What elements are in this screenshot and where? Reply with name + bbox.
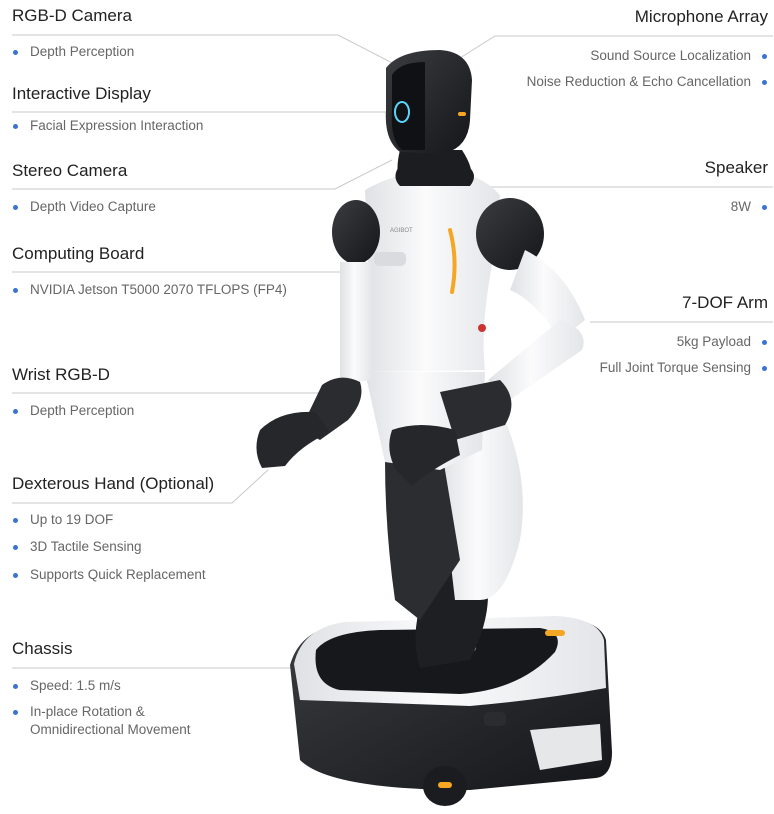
feature-title: Computing Board bbox=[12, 244, 145, 263]
feature-item: NVIDIA Jetson T5000 2070 TFLOPS (FP4) bbox=[12, 281, 287, 299]
feature-title: Chassis bbox=[12, 639, 73, 658]
feature-chassis: Chassis Speed: 1.5 m/s In-place Rotation… bbox=[12, 638, 242, 739]
feature-item: Full Joint Torque Sensing bbox=[600, 359, 768, 377]
feature-item: 8W bbox=[705, 198, 768, 216]
feature-stereo-camera: Stereo Camera Depth Video Capture bbox=[12, 160, 156, 216]
feature-item: 3D Tactile Sensing bbox=[12, 538, 214, 556]
feature-item: Up to 19 DOF bbox=[12, 511, 214, 529]
feature-dexterous-hand: Dexterous Hand (Optional) Up to 19 DOF 3… bbox=[12, 473, 214, 584]
feature-wrist-rgbd: Wrist RGB-D Depth Perception bbox=[12, 364, 134, 420]
feature-item: Noise Reduction & Echo Cancellation bbox=[527, 73, 768, 91]
feature-title: Speaker bbox=[704, 158, 768, 177]
feature-arm: 7-DOF Arm 5kg Payload Full Joint Torque … bbox=[600, 292, 768, 377]
feature-title: Dexterous Hand (Optional) bbox=[12, 474, 215, 493]
feature-title: Stereo Camera bbox=[12, 161, 128, 180]
feature-item: 5kg Payload bbox=[600, 333, 768, 351]
feature-title: Interactive Display bbox=[12, 84, 151, 103]
feature-item: Depth Perception bbox=[12, 402, 134, 420]
feature-item: Facial Expression Interaction bbox=[12, 117, 203, 135]
feature-speaker: Speaker 8W bbox=[705, 157, 768, 216]
feature-rgbd-camera: RGB-D Camera Depth Perception bbox=[12, 5, 134, 61]
feature-item: Supports Quick Replacement bbox=[12, 566, 214, 584]
brand-mark: AGIBOT bbox=[390, 228, 413, 234]
head-shape bbox=[385, 50, 472, 182]
feature-interactive-display: Interactive Display Facial Expression In… bbox=[12, 83, 203, 135]
feature-item: In-place Rotation & Omnidirectional Move… bbox=[12, 703, 242, 739]
feature-item: Sound Source Localization bbox=[527, 47, 768, 65]
feature-microphone-array: Microphone Array Sound Source Localizati… bbox=[527, 6, 768, 91]
feature-item: Speed: 1.5 m/s bbox=[12, 677, 242, 695]
feature-title: Microphone Array bbox=[634, 7, 768, 26]
feature-title: Wrist RGB-D bbox=[12, 365, 110, 384]
feature-item: Depth Perception bbox=[12, 43, 134, 61]
feature-item: Depth Video Capture bbox=[12, 198, 156, 216]
feature-title: 7-DOF Arm bbox=[682, 293, 768, 312]
feature-computing-board: Computing Board NVIDIA Jetson T5000 2070… bbox=[12, 243, 287, 299]
feature-title: RGB-D Camera bbox=[12, 6, 132, 25]
